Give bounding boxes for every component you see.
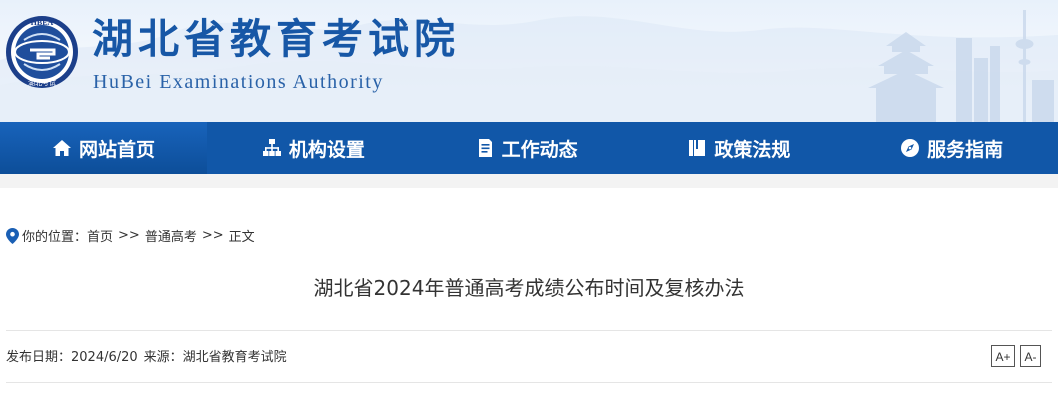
svg-text:HBEA: HBEA	[31, 18, 54, 27]
nav-item-service-guide[interactable]: 服务指南	[845, 122, 1058, 174]
breadcrumb-separator: >>	[201, 228, 224, 243]
main-nav: 网站首页 机构设置 工作动态 政策法规 服务指南	[0, 122, 1058, 174]
hbea-logo: HBEA 湖北考试	[6, 16, 78, 88]
article-title: 湖北省2024年普通高考成绩公布时间及复核办法	[313, 276, 745, 300]
location-pin-icon	[6, 227, 19, 244]
skyline-illustration	[868, 10, 1054, 122]
breadcrumb: 你的位置： 首页 >> 普通高考 >> 正文	[6, 226, 255, 245]
font-decrease-button[interactable]: A-	[1020, 345, 1041, 367]
breadcrumb-prefix: 你的位置：	[22, 230, 88, 245]
breadcrumb-separator: >>	[118, 228, 140, 243]
book-icon	[689, 140, 706, 156]
nav-item-label: 工作动态	[501, 138, 578, 161]
divider-bottom	[6, 382, 1052, 383]
breadcrumb-current: 正文	[228, 230, 255, 245]
nav-item-label: 机构设置	[288, 138, 365, 161]
org-chart-icon	[262, 139, 281, 156]
nav-item-label: 服务指南	[927, 138, 1004, 161]
divider-top	[6, 330, 1052, 331]
document-icon	[478, 139, 492, 157]
compass-icon	[901, 139, 920, 157]
article-source: 来源：湖北省教育考试院	[143, 350, 287, 365]
nav-item-organization[interactable]: 机构设置	[207, 122, 420, 174]
font-increase-button[interactable]: A+	[991, 345, 1015, 367]
nav-divider-band	[0, 174, 1058, 188]
publish-date: 发布日期：2024/6/20	[6, 350, 138, 365]
nav-item-label: 政策法规	[714, 138, 791, 161]
nav-item-policy[interactable]: 政策法规	[633, 122, 846, 174]
nav-item-news[interactable]: 工作动态	[420, 122, 633, 174]
site-title: 湖北省教育考试院	[92, 15, 460, 63]
site-header: HBEA 湖北考试 湖北省教育考试院 HuBei Examinations Au…	[0, 0, 1058, 122]
breadcrumb-home-link[interactable]: 首页	[87, 226, 113, 245]
article-meta: 发布日期：2024/6/20 来源：湖北省教育考试院	[6, 346, 293, 365]
nav-item-label: 网站首页	[78, 138, 155, 161]
svg-text:湖北考试: 湖北考试	[28, 78, 56, 87]
breadcrumb-gaokao-link[interactable]: 普通高考	[145, 226, 197, 245]
site-subtitle: HuBei Examinations Authority	[93, 71, 384, 93]
home-icon	[52, 140, 71, 156]
nav-item-home[interactable]: 网站首页	[0, 122, 207, 174]
